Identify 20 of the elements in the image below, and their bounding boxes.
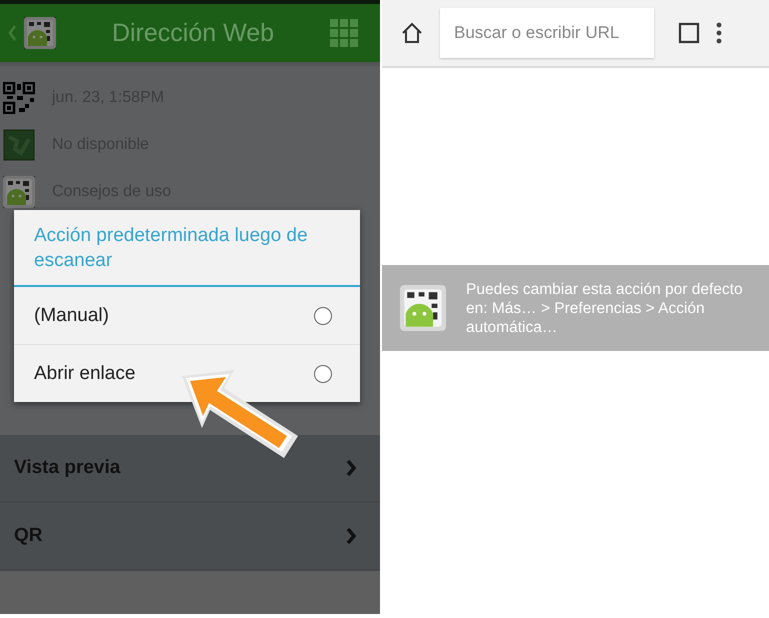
qr-code-icon: [3, 82, 35, 114]
radio-button[interactable]: [314, 364, 332, 382]
dialog-title: Acción predeterminada luego de escanear: [14, 210, 360, 287]
app-logo-icon: [24, 17, 56, 49]
app-logo-icon: [3, 176, 35, 208]
option-row[interactable]: Abrir enlace: [14, 345, 360, 402]
screen-title: Dirección Web: [110, 18, 276, 48]
more-menu-icon[interactable]: [716, 22, 722, 44]
home-icon[interactable]: [400, 21, 424, 45]
chevron-icon: [346, 528, 356, 544]
app-logo-icon: [400, 285, 446, 331]
tabs-icon[interactable]: [678, 22, 700, 44]
url-field[interactable]: Buscar o escribir URL: [440, 8, 654, 58]
option-row[interactable]: (Manual): [14, 287, 360, 345]
section-label: QR: [14, 525, 42, 547]
chevron-icon: [346, 460, 356, 476]
toast-text: Puedes cambiar esta acción por defecto en: Más… > Preferencias > Acción automática…: [466, 280, 744, 336]
map-icon: [3, 128, 35, 160]
section-label: Vista previa: [14, 457, 120, 479]
radio-button[interactable]: [314, 306, 332, 324]
